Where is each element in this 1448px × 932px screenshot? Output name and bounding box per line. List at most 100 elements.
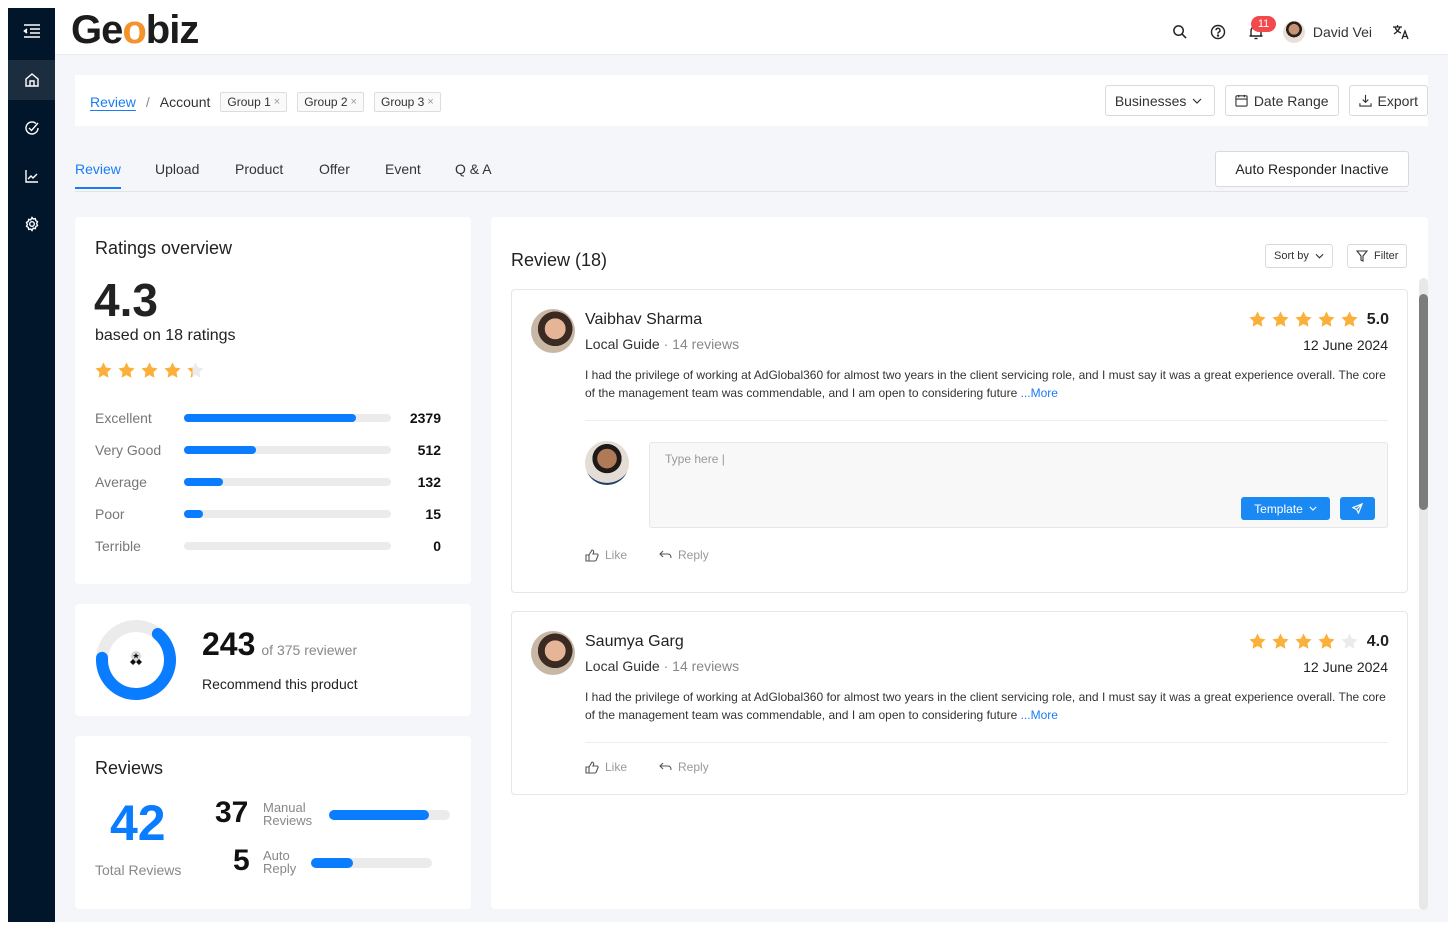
download-icon bbox=[1358, 94, 1372, 107]
star-icon bbox=[164, 362, 181, 378]
user-menu[interactable]: David Vei bbox=[1282, 20, 1372, 43]
review-actions: Like Reply bbox=[585, 548, 709, 562]
chevron-down-icon bbox=[1192, 98, 1202, 104]
tab-upload[interactable]: Upload bbox=[155, 161, 199, 187]
sort-by-dropdown[interactable]: Sort by bbox=[1265, 244, 1333, 268]
star-icon bbox=[118, 362, 135, 378]
template-label: Template bbox=[1254, 501, 1303, 516]
gear-icon bbox=[25, 216, 38, 232]
recommend-total: of 375 reviewer bbox=[261, 642, 358, 658]
notification-count-badge: 11 bbox=[1250, 15, 1277, 32]
filter-label: Filter bbox=[1374, 250, 1399, 262]
star-icon bbox=[1272, 633, 1289, 649]
reviewer-avatar bbox=[531, 309, 575, 353]
close-icon[interactable]: × bbox=[351, 96, 357, 108]
scrollbar-thumb[interactable] bbox=[1419, 294, 1428, 510]
date-range-button[interactable]: Date Range bbox=[1224, 85, 1339, 116]
rating-bar bbox=[184, 414, 391, 422]
divider bbox=[585, 420, 1388, 421]
tab-event[interactable]: Event bbox=[385, 161, 421, 187]
star-icon bbox=[1341, 311, 1358, 327]
review-list-scrollbar[interactable] bbox=[1419, 278, 1428, 910]
filter-icon bbox=[1356, 250, 1368, 262]
chip-label: Group 3 bbox=[380, 95, 425, 109]
more-link[interactable]: ...More bbox=[1021, 708, 1058, 722]
tab-review[interactable]: Review bbox=[75, 161, 121, 189]
breadcrumb-separator: / bbox=[145, 94, 150, 110]
menu-collapse-button[interactable] bbox=[8, 11, 55, 51]
date-range-label: Date Range bbox=[1253, 92, 1329, 109]
review-text: I had the privilege of working at AdGlob… bbox=[585, 690, 1386, 722]
ratings-count-label: based on 18 ratings bbox=[95, 327, 236, 344]
manual-reviews-bar bbox=[329, 810, 450, 820]
reviewer-meta: Local Guide · 14 reviews bbox=[585, 658, 740, 674]
geobiz-logo[interactable]: Geobiz bbox=[71, 10, 199, 50]
sidebar-item-settings[interactable] bbox=[8, 204, 55, 244]
rating-bar-fill bbox=[184, 446, 257, 454]
total-reviews-label: Total Reviews bbox=[95, 862, 182, 878]
auto-reply-bar bbox=[311, 858, 432, 868]
breadcrumb-review-link[interactable]: Review bbox=[90, 94, 136, 110]
more-link[interactable]: ...More bbox=[1021, 386, 1058, 400]
group-chip[interactable]: Group 2 × bbox=[297, 92, 364, 112]
tab-qa[interactable]: Q & A bbox=[455, 161, 492, 187]
rating-label: Poor bbox=[95, 506, 125, 522]
reply-placeholder: Type here | bbox=[665, 452, 725, 466]
close-icon[interactable]: × bbox=[274, 96, 280, 108]
like-button[interactable]: Like bbox=[585, 548, 627, 562]
template-dropdown-button[interactable]: Template bbox=[1241, 497, 1330, 520]
rating-count: 512 bbox=[417, 442, 441, 458]
rating-label: Excellent bbox=[95, 410, 152, 426]
recommend-card: 243 of 375 reviewer Recommend this produ… bbox=[75, 604, 471, 716]
check-circle-icon bbox=[24, 121, 39, 135]
average-rating: 4.3 bbox=[94, 274, 158, 326]
tab-offer[interactable]: Offer bbox=[319, 161, 350, 187]
rating-row-excellent: Excellent 2379 bbox=[95, 410, 441, 426]
sidebar-item-tasks[interactable] bbox=[8, 108, 55, 148]
total-reviews-count: 42 bbox=[110, 795, 166, 851]
tab-product[interactable]: Product bbox=[235, 161, 283, 187]
filter-button[interactable]: Filter bbox=[1347, 244, 1408, 268]
reply-button[interactable]: Reply bbox=[659, 548, 709, 562]
review-text: I had the privilege of working at AdGlob… bbox=[585, 368, 1386, 400]
star-icon bbox=[95, 362, 112, 378]
auto-responder-button[interactable]: Auto Responder Inactive bbox=[1215, 151, 1409, 187]
divider bbox=[585, 742, 1388, 743]
reply-input[interactable]: Type here | Template bbox=[649, 442, 1388, 528]
search-icon bbox=[1173, 25, 1187, 39]
rating-row-very-good: Very Good 512 bbox=[95, 442, 441, 458]
reply-button[interactable]: Reply bbox=[659, 760, 709, 774]
menu-collapse-icon bbox=[22, 24, 40, 38]
review-score: 4.0 bbox=[1366, 632, 1389, 650]
like-button[interactable]: Like bbox=[585, 760, 627, 774]
star-icon bbox=[1272, 311, 1289, 327]
rating-bar bbox=[184, 542, 391, 550]
chip-label: Group 2 bbox=[304, 95, 348, 109]
recommend-donut bbox=[96, 620, 176, 700]
search-button[interactable] bbox=[1161, 13, 1199, 51]
sidebar-item-home[interactable] bbox=[8, 60, 55, 100]
award-icon bbox=[130, 651, 142, 665]
group-chip[interactable]: Group 3 × bbox=[373, 92, 441, 112]
star-icon bbox=[1249, 311, 1266, 327]
export-button[interactable]: Export bbox=[1348, 85, 1428, 116]
rating-bar-fill bbox=[184, 510, 203, 518]
close-icon[interactable]: × bbox=[427, 96, 433, 108]
group-chip[interactable]: Group 1 × bbox=[220, 92, 288, 112]
top-bar: Geobiz 11 David Vei bbox=[55, 8, 1448, 55]
language-button[interactable] bbox=[1382, 13, 1420, 51]
rating-label: Terrible bbox=[95, 538, 141, 554]
calendar-icon bbox=[1235, 94, 1248, 107]
sidebar-item-analytics[interactable] bbox=[8, 156, 55, 196]
businesses-dropdown[interactable]: Businesses bbox=[1104, 85, 1215, 116]
chevron-down-icon bbox=[1315, 253, 1324, 259]
send-button[interactable] bbox=[1340, 497, 1375, 520]
manual-reviews-count: 37 bbox=[215, 796, 249, 829]
export-label: Export bbox=[1377, 92, 1418, 109]
tabs: Review Upload Product Offer Event Q & A bbox=[75, 158, 1408, 192]
help-button[interactable] bbox=[1199, 13, 1237, 51]
notifications-button[interactable]: 11 bbox=[1237, 13, 1277, 51]
star-icon bbox=[141, 362, 158, 378]
reviews-summary-title: Reviews bbox=[95, 758, 164, 778]
reviewer-avatar bbox=[531, 631, 575, 675]
